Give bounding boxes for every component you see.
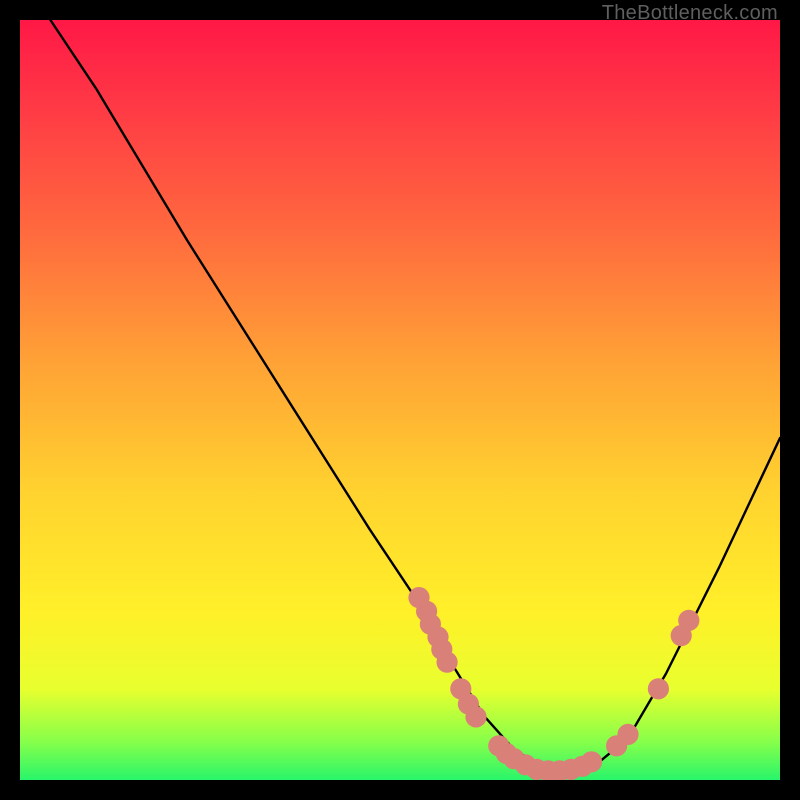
marker-group <box>408 587 699 780</box>
chart-svg <box>20 20 780 780</box>
chart-marker <box>465 706 486 727</box>
chart-marker <box>581 751 602 772</box>
chart-plot-area <box>20 20 780 780</box>
chart-marker <box>678 610 699 631</box>
chart-marker <box>648 678 669 699</box>
chart-marker <box>617 724 638 745</box>
bottleneck-curve <box>50 20 780 771</box>
watermark-text: TheBottleneck.com <box>602 2 778 25</box>
chart-marker <box>437 652 458 673</box>
